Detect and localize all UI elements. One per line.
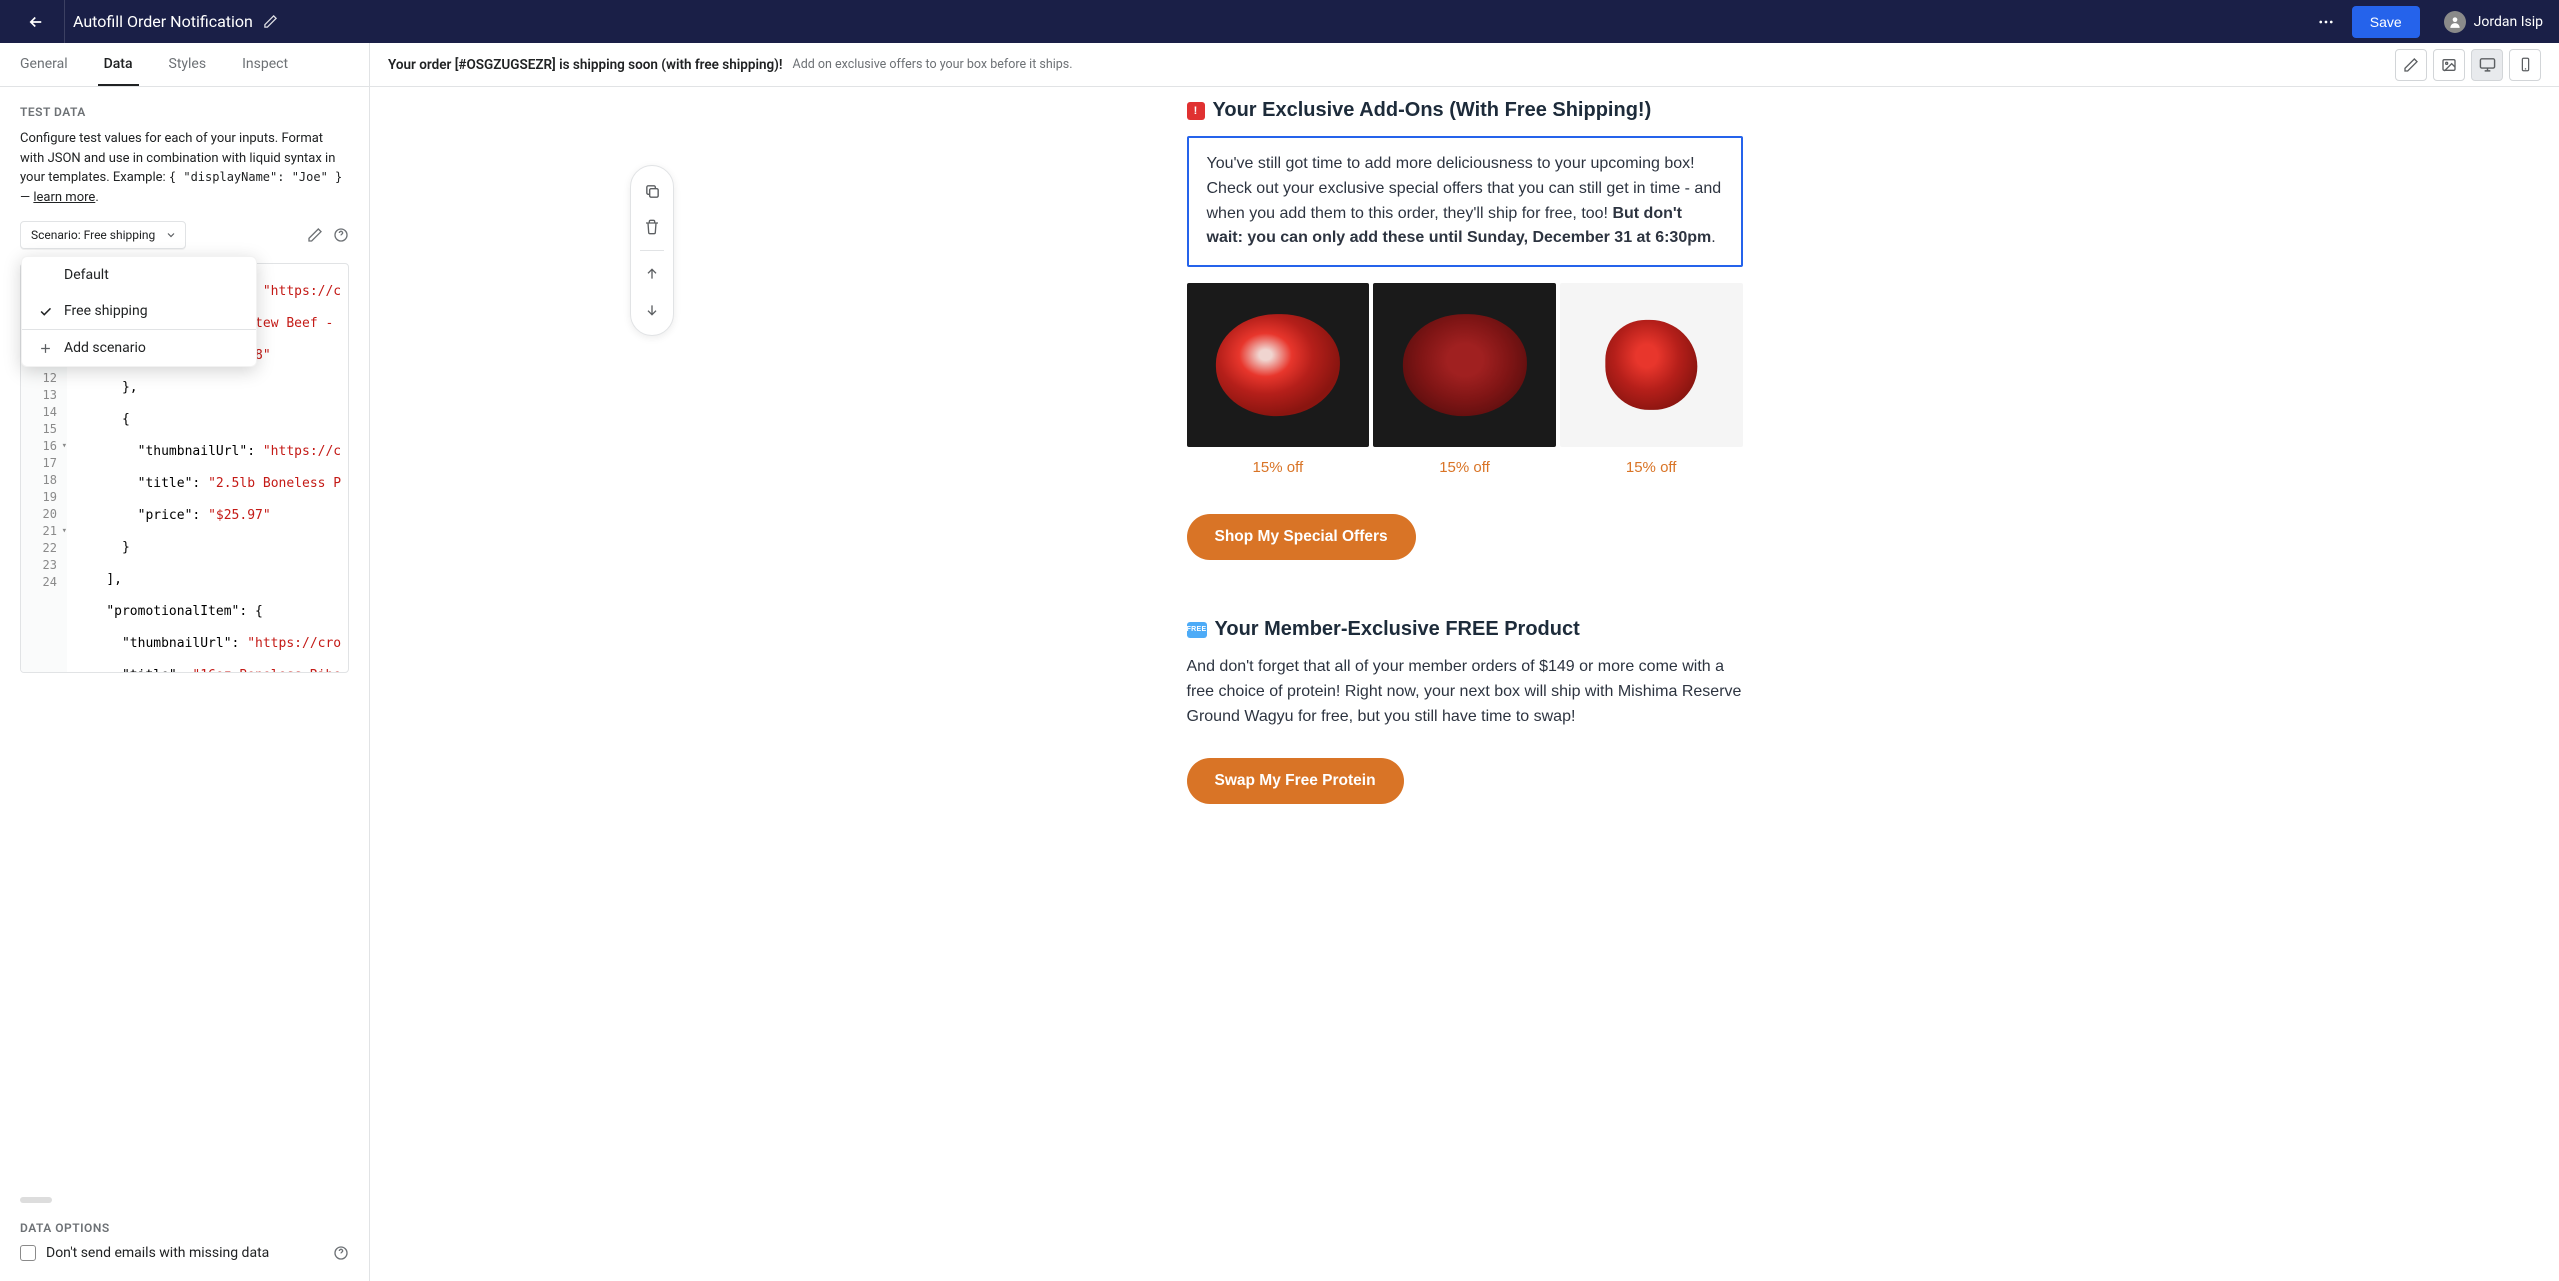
sidebar-tabs: General Data Styles Inspect bbox=[0, 43, 369, 87]
free-product-body: And don't forget that all of your member… bbox=[1187, 655, 1743, 729]
image-icon bbox=[2441, 57, 2457, 73]
user-menu[interactable]: Jordan Isip bbox=[2444, 11, 2543, 33]
test-data-heading: TEST DATA bbox=[20, 105, 349, 119]
save-button[interactable]: Save bbox=[2352, 6, 2420, 38]
pencil-icon bbox=[307, 227, 323, 243]
desktop-icon bbox=[2479, 56, 2496, 73]
arrow-down-icon bbox=[644, 302, 660, 318]
help-icon bbox=[333, 1245, 349, 1261]
user-name: Jordan Isip bbox=[2474, 14, 2543, 30]
mobile-preview-button[interactable] bbox=[2509, 49, 2541, 81]
addons-body-text: You've still got time to add more delici… bbox=[1207, 152, 1723, 251]
scenario-selected-label: Scenario: Free shipping bbox=[31, 228, 155, 242]
pencil-icon bbox=[263, 14, 278, 29]
back-button[interactable] bbox=[16, 2, 56, 42]
preview-image-button[interactable] bbox=[2433, 49, 2465, 81]
copy-icon bbox=[644, 183, 661, 200]
dont-send-help[interactable] bbox=[333, 1245, 349, 1261]
tab-styles[interactable]: Styles bbox=[163, 43, 213, 86]
tab-inspect[interactable]: Inspect bbox=[236, 43, 294, 86]
delete-block-button[interactable] bbox=[634, 210, 670, 244]
mobile-icon bbox=[2518, 57, 2533, 72]
topbar: Autofill Order Notification Save Jordan … bbox=[0, 0, 2559, 43]
edit-scenario-button[interactable] bbox=[307, 227, 323, 243]
page-title: Autofill Order Notification bbox=[73, 12, 253, 31]
scenario-option-default[interactable]: Default bbox=[22, 257, 256, 293]
preview-area: Your order [#OSGZUGSEZR] is shipping soo… bbox=[370, 43, 2559, 1281]
test-data-description: Configure test values for each of your i… bbox=[20, 129, 349, 207]
arrow-left-icon bbox=[27, 13, 45, 31]
discount-label: 15% off bbox=[1187, 459, 1370, 476]
learn-more-link[interactable]: learn more bbox=[33, 190, 95, 205]
dont-send-checkbox[interactable] bbox=[20, 1245, 36, 1261]
discount-label: 15% off bbox=[1373, 459, 1556, 476]
pencil-icon bbox=[2403, 57, 2419, 73]
product-image bbox=[1187, 283, 1370, 447]
trash-icon bbox=[644, 219, 660, 235]
help-icon bbox=[333, 227, 349, 243]
chevron-down-icon bbox=[165, 229, 177, 241]
topbar-divider bbox=[64, 0, 65, 43]
preview-preheader: Add on exclusive offers to your box befo… bbox=[793, 57, 1073, 72]
block-toolbar bbox=[630, 165, 674, 336]
avatar bbox=[2444, 11, 2466, 33]
move-up-button[interactable] bbox=[634, 257, 670, 291]
rotating-light-icon: ! bbox=[1187, 102, 1205, 120]
dont-send-label: Don't send emails with missing data bbox=[46, 1245, 323, 1261]
selected-text-block[interactable]: You've still got time to add more delici… bbox=[1187, 136, 1743, 267]
edit-content-button[interactable] bbox=[2395, 49, 2427, 81]
plus-icon bbox=[38, 341, 53, 356]
product-image bbox=[1560, 283, 1743, 447]
horizontal-scrollbar[interactable] bbox=[20, 1197, 52, 1203]
user-icon bbox=[2448, 15, 2462, 29]
scenario-selector[interactable]: Scenario: Free shipping Default bbox=[20, 221, 186, 249]
tab-data[interactable]: Data bbox=[98, 43, 139, 86]
products-row: 15% off 15% off 15% off bbox=[1187, 283, 1743, 476]
shop-offers-button[interactable]: Shop My Special Offers bbox=[1187, 514, 1416, 560]
more-actions-button[interactable] bbox=[2310, 6, 2342, 38]
data-options-heading: DATA OPTIONS bbox=[20, 1221, 349, 1235]
tab-general[interactable]: General bbox=[14, 43, 74, 86]
move-down-button[interactable] bbox=[634, 293, 670, 327]
email-body: ! Your Exclusive Add-Ons (With Free Ship… bbox=[1187, 87, 1743, 1281]
preview-subject: Your order [#OSGZUGSEZR] is shipping soo… bbox=[388, 57, 783, 73]
desktop-preview-button[interactable] bbox=[2471, 49, 2503, 81]
product-2[interactable]: 15% off bbox=[1373, 283, 1556, 476]
addons-heading: ! Your Exclusive Add-Ons (With Free Ship… bbox=[1187, 99, 1743, 122]
sidebar: General Data Styles Inspect TEST DATA Co… bbox=[0, 43, 370, 1281]
scenario-dropdown: Default Free shipping bbox=[21, 256, 257, 367]
check-icon bbox=[38, 304, 53, 319]
add-scenario-button[interactable]: Add scenario bbox=[22, 330, 256, 366]
swap-protein-button[interactable]: Swap My Free Protein bbox=[1187, 758, 1404, 804]
product-image bbox=[1373, 283, 1556, 447]
preview-header: Your order [#OSGZUGSEZR] is shipping soo… bbox=[370, 43, 2559, 87]
discount-label: 15% off bbox=[1560, 459, 1743, 476]
free-badge-icon: FREE bbox=[1187, 622, 1207, 638]
preview-canvas[interactable]: ! Your Exclusive Add-Ons (With Free Ship… bbox=[370, 87, 2559, 1281]
scenario-option-free-shipping[interactable]: Free shipping bbox=[22, 293, 256, 329]
scenario-help-button[interactable] bbox=[333, 227, 349, 243]
arrow-up-icon bbox=[644, 266, 660, 282]
product-1[interactable]: 15% off bbox=[1187, 283, 1370, 476]
duplicate-block-button[interactable] bbox=[634, 174, 670, 208]
product-3[interactable]: 15% off bbox=[1560, 283, 1743, 476]
free-product-heading: FREE Your Member-Exclusive FREE Product bbox=[1187, 618, 1743, 641]
edit-title-button[interactable] bbox=[263, 14, 278, 29]
dots-horizontal-icon bbox=[2317, 13, 2335, 31]
